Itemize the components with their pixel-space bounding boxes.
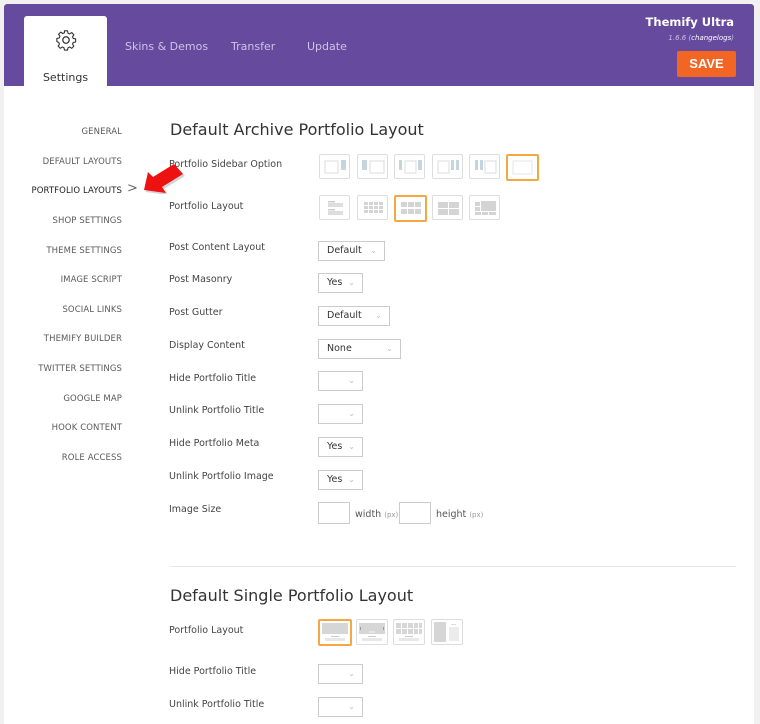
display-content-select[interactable]: None ⌄	[318, 339, 401, 359]
image-height-input[interactable]	[399, 502, 431, 524]
post-masonry-select[interactable]: Yes ⌄	[318, 273, 363, 293]
archive-section-title: Default Archive Portfolio Layout	[170, 120, 424, 139]
chevron-down-icon: ⌄	[386, 344, 393, 353]
sidebar-both-icon	[399, 160, 422, 174]
sidebar-left-icon	[362, 160, 385, 174]
hide-portfolio-meta-label: Hide Portfolio Meta	[169, 438, 260, 449]
single-slider-option[interactable]	[356, 619, 388, 645]
tab-settings[interactable]: Settings	[24, 16, 107, 87]
sidebar-item-image-script[interactable]: IMAGE SCRIPT	[61, 275, 122, 285]
chevron-down-icon: ⌄	[375, 311, 382, 320]
unlink-portfolio-title-select[interactable]: ⌄	[318, 404, 363, 424]
post-gutter-label: Post Gutter	[169, 307, 223, 318]
sidebar-item-role-access[interactable]: ROLE ACCESS	[62, 453, 122, 463]
chevron-down-icon: ⌄	[370, 246, 377, 255]
grid2-icon	[438, 202, 459, 215]
tab-skins-demos[interactable]: Skins & Demos	[125, 40, 208, 53]
grid2-thumb-option[interactable]	[469, 195, 500, 220]
sidebar-item-google-map[interactable]: GOOGLE MAP	[63, 394, 122, 404]
sidebar-both-option[interactable]	[394, 154, 425, 179]
single-unlink-portfolio-title-label: Unlink Portfolio Title	[169, 699, 265, 710]
gallery-layout-icon	[396, 623, 422, 641]
chevron-down-icon: ⌄	[348, 702, 355, 711]
tab-transfer[interactable]: Transfer	[231, 40, 275, 53]
single-gallery-option[interactable]	[393, 619, 425, 645]
chevron-down-icon: ⌄	[348, 278, 355, 287]
single-unlink-portfolio-title-select[interactable]: ⌄	[318, 697, 363, 717]
image-width-input[interactable]	[318, 502, 350, 524]
header-bar: Settings Skins & Demos Transfer Update T…	[4, 4, 754, 87]
display-content-label: Display Content	[169, 340, 245, 351]
sidebar-item-hook-content[interactable]: HOOK CONTENT	[52, 423, 122, 433]
single-hide-portfolio-title-select[interactable]: ⌄	[318, 664, 363, 684]
chevron-down-icon: ⌄	[348, 442, 355, 451]
slider-layout-icon	[359, 623, 385, 641]
grid2-option[interactable]	[432, 195, 463, 220]
post-gutter-select[interactable]: Default ⌄	[318, 306, 390, 326]
save-button[interactable]: SAVE	[677, 51, 736, 77]
no-sidebar-option[interactable]	[506, 154, 539, 181]
single-hide-portfolio-title-label: Hide Portfolio Title	[169, 666, 257, 677]
chevron-down-icon: ⌄	[348, 669, 355, 678]
sidebar-item-social-links[interactable]: SOCIAL LINKS	[62, 305, 122, 315]
sidebar-right-option[interactable]	[319, 154, 350, 179]
sidebar-two-left-option[interactable]	[469, 154, 500, 179]
single-section-title: Default Single Portfolio Layout	[170, 586, 414, 605]
sidebar-item-default-layouts[interactable]: DEFAULT LAYOUTS	[43, 157, 122, 167]
section-divider	[170, 566, 736, 567]
fullwidth-layout-icon	[322, 623, 348, 641]
post-content-layout-select[interactable]: Default ⌄	[318, 241, 385, 261]
post-content-layout-label: Post Content Layout	[169, 242, 265, 253]
chevron-right-icon: >	[127, 181, 138, 196]
theme-name: Themify Ultra	[645, 15, 734, 29]
sidebar-two-right-option[interactable]	[432, 154, 463, 179]
grid4-icon	[364, 202, 383, 213]
chevron-down-icon: ⌄	[348, 376, 355, 385]
tab-settings-label: Settings	[42, 71, 89, 84]
list-post-icon	[328, 201, 343, 215]
gear-icon	[56, 30, 77, 51]
sidebar-item-theme-settings[interactable]: THEME SETTINGS	[46, 246, 122, 256]
sidebar-two-left-icon	[475, 160, 497, 174]
sidebar-two-right-icon	[437, 160, 459, 174]
sidebar-item-shop-settings[interactable]: SHOP SETTINGS	[53, 216, 122, 226]
hide-portfolio-title-label: Hide Portfolio Title	[169, 373, 257, 384]
grid4-option[interactable]	[357, 195, 388, 220]
portfolio-layout-label: Portfolio Layout	[169, 201, 244, 212]
brand-info: Themify Ultra 1.6.6 (changelogs)	[646, 15, 734, 42]
grid3-icon	[401, 202, 421, 214]
hide-portfolio-meta-select[interactable]: Yes ⌄	[318, 437, 363, 457]
tab-update[interactable]: Update	[307, 40, 347, 53]
theme-version: 1.6.6 (changelogs)	[668, 34, 734, 42]
sidebar-item-themify-builder[interactable]: THEMIFY BUILDER	[44, 334, 122, 344]
single-fullwidth-option[interactable]	[318, 619, 352, 646]
post-masonry-label: Post Masonry	[169, 274, 233, 285]
chevron-down-icon: ⌄	[348, 475, 355, 484]
sidebar-item-twitter-settings[interactable]: TWITTER SETTINGS	[38, 364, 122, 374]
list-post-option[interactable]	[319, 195, 350, 220]
no-sidebar-icon	[512, 160, 533, 175]
single-portfolio-layout-label: Portfolio Layout	[169, 625, 244, 636]
split-layout-icon	[434, 622, 459, 642]
hide-portfolio-title-select[interactable]: ⌄	[318, 371, 363, 391]
unlink-portfolio-image-label: Unlink Portfolio Image	[169, 471, 274, 482]
grid2-thumb-icon	[475, 201, 496, 215]
sidebar-item-portfolio-layouts[interactable]: PORTFOLIO LAYOUTS	[31, 186, 122, 196]
red-pointer-arrow-icon	[144, 164, 185, 194]
grid3-option[interactable]	[394, 195, 427, 222]
sidebar-item-general[interactable]: GENERAL	[82, 127, 123, 137]
sidebar-left-option[interactable]	[357, 154, 388, 179]
unlink-portfolio-title-label: Unlink Portfolio Title	[169, 405, 265, 416]
changelogs-link[interactable]: changelogs	[691, 34, 731, 42]
width-unit-label: width (px)	[355, 509, 399, 520]
chevron-down-icon: ⌄	[348, 409, 355, 418]
sidebar-right-icon	[324, 160, 346, 174]
single-split-option[interactable]	[431, 619, 463, 645]
image-size-label: Image Size	[169, 504, 222, 515]
height-unit-label: height (px)	[436, 509, 484, 520]
unlink-portfolio-image-select[interactable]: Yes ⌄	[318, 470, 363, 490]
